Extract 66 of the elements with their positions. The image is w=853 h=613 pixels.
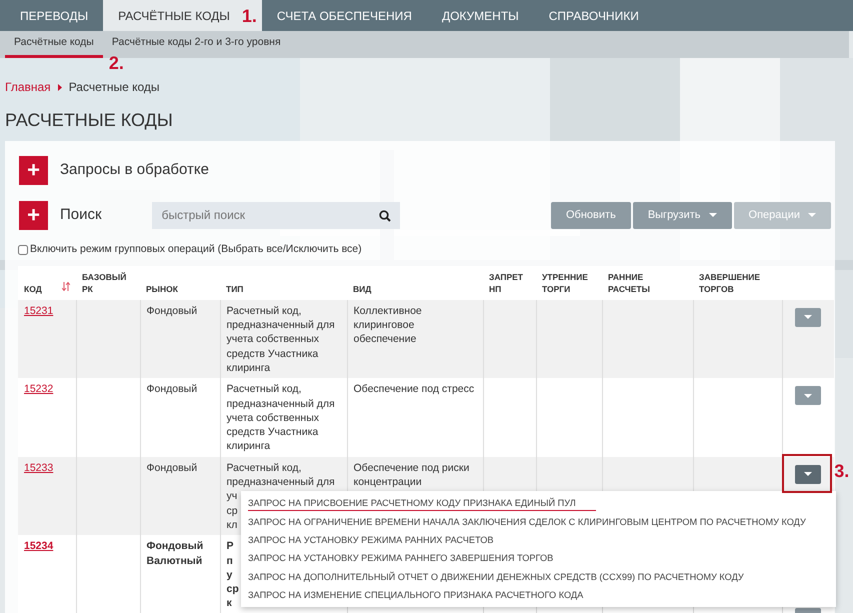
expand-button[interactable]: + bbox=[19, 156, 48, 184]
cell-text: к bbox=[226, 596, 232, 611]
cell-text: Обеспечение под стресс bbox=[354, 382, 474, 397]
page-title: РАСЧЕТНЫЕ КОДЫ bbox=[4, 109, 174, 132]
section-title: Поиск bbox=[60, 204, 102, 225]
cell-text: Фондовый bbox=[146, 460, 198, 476]
column-header: КОД bbox=[24, 284, 42, 294]
annotation-number: 3. bbox=[834, 462, 850, 480]
cell-text: концентрации bbox=[354, 475, 422, 490]
cell-text: Фондовый bbox=[146, 539, 204, 554]
column-header: РЫНОК bbox=[146, 284, 178, 294]
cell-text: Фондовый bbox=[146, 382, 198, 397]
menu-item[interactable]: ЗАПРОС НА ИЗМЕНЕНИЕ СПЕЦИАЛЬНОГО ПРИЗНАКА РАСЧЕТНОГО КОДА bbox=[241, 586, 590, 604]
column-header: РАННИЕ РАСЧЕТЫ bbox=[608, 272, 650, 294]
code-link[interactable]: 15233 bbox=[24, 462, 54, 474]
cell-text: средств Участника bbox=[226, 346, 318, 361]
column-header: ЗАПРЕТ НП bbox=[489, 272, 523, 294]
nav-tab[interactable]: ПЕРЕВОДЫ bbox=[5, 0, 104, 31]
menu-item[interactable]: ЗАПРОС НА УСТАНОВКУ РЕЖИМА РАННЕГО ЗАВЕРШЕНИЯ ТОРГОВ bbox=[241, 549, 560, 568]
menu-item[interactable]: ЗАПРОС НА ОГРАНИЧЕНИЕ ВРЕМЕНИ НАЧАЛА ЗАКЛЮЧЕНИЯ СДЕЛОК С КЛИРИНГОВЫМ ЦЕНТРОМ ПО РАСЧЕТНОМУ КОДУ bbox=[241, 512, 813, 531]
cell-text: у bbox=[226, 568, 232, 582]
code-link[interactable]: 15234 bbox=[24, 540, 54, 552]
column-header: ВИД bbox=[353, 284, 372, 294]
cell-text: клиринговое bbox=[354, 318, 414, 332]
expand-button[interactable]: + bbox=[19, 200, 48, 230]
cell-text: Коллективное bbox=[354, 304, 422, 318]
cell-text: средств Участника bbox=[226, 425, 318, 440]
menu-item[interactable]: ЗАПРОС НА ПРИСВОЕНИЕ РАСЧЕТНОМУ КОДУ ПРИЗНАКА ЕДИНЫЙ ПУЛ bbox=[241, 494, 603, 513]
cell-text: обеспечение bbox=[354, 332, 416, 347]
annotation-number: 1. bbox=[242, 7, 257, 25]
search-field[interactable]: быстрый поиск bbox=[152, 202, 400, 228]
breadcrumb-current: Расчетные коды bbox=[68, 79, 160, 96]
cell-text: ср bbox=[226, 504, 238, 518]
cell-text: Расчетный код, bbox=[226, 304, 302, 318]
nav-tab[interactable]: СПРАВОЧНИКИ bbox=[534, 0, 654, 31]
code-link[interactable]: 15232 bbox=[24, 383, 54, 396]
cell-text: предназначенный для bbox=[226, 475, 335, 490]
cell-text: Расчетный код, bbox=[226, 382, 302, 397]
cell-text: учета собственных bbox=[226, 410, 320, 426]
cell-text: ср bbox=[226, 582, 239, 596]
cell-text: учета собственных bbox=[226, 332, 320, 347]
breadcrumb-link[interactable]: Главная bbox=[5, 78, 51, 96]
cell-text: Р bbox=[226, 539, 234, 554]
nav-tab[interactable]: СЧЕТА ОБЕСПЕЧЕНИЯ bbox=[262, 0, 427, 31]
subnav-tab[interactable]: Расчётные коды bbox=[5, 31, 103, 58]
checkbox-label: Включить режим групповых операций (Выбрать все/Исключить все) bbox=[30, 242, 362, 257]
nav-tab[interactable]: ДОКУМЕНТЫ bbox=[426, 0, 534, 31]
code-link[interactable]: 15231 bbox=[24, 304, 54, 317]
cell-text: предназначенный для bbox=[226, 396, 335, 411]
cell-text: уч bbox=[226, 489, 238, 504]
cell-text: Валютный bbox=[146, 554, 202, 568]
section-title: Запросы в обработке bbox=[60, 160, 209, 180]
column-header: ЗАВЕРШЕНИЕ ТОРГОВ bbox=[699, 272, 760, 294]
menu-item[interactable]: ЗАПРОС НА УСТАНОВКУ РЕЖИМА РАННИХ РАСЧЕТОВ bbox=[241, 530, 500, 550]
cell-text: Обеспечение под риски bbox=[354, 460, 470, 476]
cell-text: кл bbox=[226, 518, 238, 532]
column-header: БАЗОВЫЙ РК bbox=[82, 272, 126, 294]
cell-text: предназначенный для bbox=[226, 318, 335, 332]
column-header: ТИП bbox=[226, 284, 244, 294]
column-header: УТРЕННИЕ ТОРГИ bbox=[542, 272, 588, 294]
menu-item[interactable]: ЗАПРОС НА ДОПОЛНИТЕЛЬНЫЙ ОТЧЕТ О ДВИЖЕНИИ ДЕНЕЖНЫХ СРЕДСТВ (CCX99) ПО РАСЧЕТНОМУ КОДУ bbox=[241, 568, 751, 586]
cell-text: Фондовый bbox=[146, 304, 198, 318]
cell-text: клиринга bbox=[226, 439, 270, 454]
cell-text: п bbox=[226, 554, 233, 568]
cell-text: Расчетный код, bbox=[226, 460, 302, 476]
cell-text: клиринга bbox=[226, 360, 270, 376]
